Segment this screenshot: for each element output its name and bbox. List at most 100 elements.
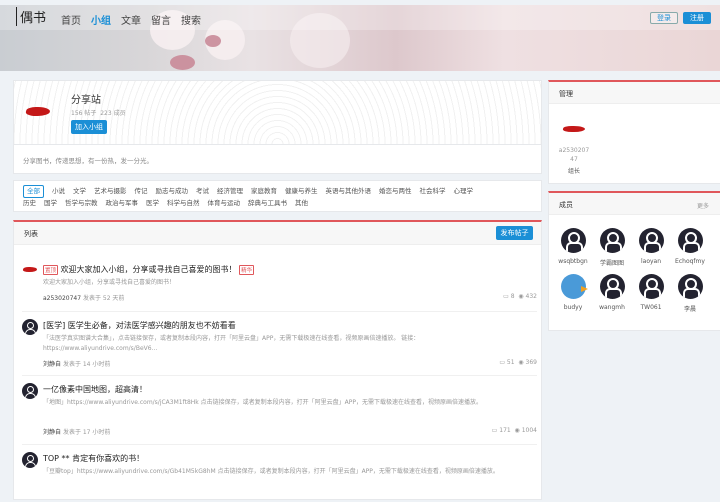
publish-post-button[interactable]: 发布帖子 (496, 226, 533, 240)
logo[interactable]: 偶书 (16, 7, 46, 26)
category-1[interactable]: 小说 (52, 186, 65, 197)
view-count: 369 (525, 359, 537, 366)
comment-icon: ▭ (503, 293, 509, 300)
category-10[interactable]: 英语与其他外语 (326, 186, 372, 197)
member-item[interactable]: laoyan (632, 228, 670, 265)
category-22[interactable]: 其他 (295, 198, 308, 209)
more-members-link[interactable]: 更多 (697, 201, 709, 210)
member-item[interactable]: wangmh (593, 274, 631, 311)
member-count: 223 成员 (100, 110, 126, 117)
member-item[interactable]: budyy (554, 274, 592, 311)
author-avatar[interactable] (22, 319, 38, 335)
comment-icon: ▭ (499, 359, 505, 366)
category-19[interactable]: 科学与自然 (167, 198, 200, 209)
admin-title: 管理 (549, 82, 720, 104)
member-name[interactable]: laoyan (641, 258, 661, 265)
member-name[interactable]: wsqbtbgn (558, 258, 587, 265)
nav-messages[interactable]: 留言 (151, 12, 171, 27)
pinned-badge: 置顶 (43, 264, 59, 275)
post-time: 发表于 17 小时前 (62, 429, 111, 436)
member-avatar[interactable] (677, 274, 703, 299)
category-2[interactable]: 文学 (73, 186, 86, 197)
member-avatar[interactable] (560, 228, 586, 253)
admin-panel: 管理 a253020747 组长 (548, 80, 720, 184)
admin-role: 组长 (567, 168, 580, 175)
category-3[interactable]: 艺术与摄影 (94, 186, 127, 197)
category-17[interactable]: 政治与军事 (106, 198, 139, 209)
category-filter: 全部 小说 文学 艺术与摄影 传记 励志与成功 考试 经济管理 家庭教育 健康与养生 英语与其他外语… (13, 180, 542, 212)
comment-icon: ▭ (491, 427, 498, 434)
author-avatar[interactable] (22, 267, 38, 272)
member-avatar[interactable] (638, 274, 664, 299)
post-title[interactable]: 一亿像素中国地图，超高清！ (43, 384, 147, 395)
comment-count: 51 (506, 359, 515, 366)
member-name[interactable]: Echoqfmy (675, 258, 705, 265)
member-item[interactable]: 学霸图图 (593, 228, 631, 267)
category-13[interactable]: 心理学 (454, 186, 474, 197)
member-name[interactable]: budyy (564, 304, 583, 311)
category-16[interactable]: 哲学与宗教 (65, 198, 98, 209)
group-description-card: 分享图书，传递思想，有一份热，发一分光。 (13, 145, 542, 174)
post-time: 发表于 52 天前 (82, 295, 125, 302)
member-avatar[interactable] (599, 228, 625, 253)
eye-icon: ◉ (518, 359, 524, 366)
view-count: 1004 (521, 427, 537, 434)
post-excerpt: 欢迎大家加入小组，分享或寻找自己喜爱的图书！ (43, 279, 176, 286)
list-title: 列表 (24, 230, 38, 238)
category-6[interactable]: 考试 (196, 186, 209, 197)
category-8[interactable]: 家庭教育 (251, 186, 277, 197)
category-7[interactable]: 经济管理 (217, 186, 243, 197)
post-title[interactable]: 欢迎大家加入小组，分享或寻找自己喜爱的图书！ (61, 265, 237, 274)
category-18[interactable]: 医学 (146, 198, 159, 209)
nav-groups[interactable]: 小组 (91, 12, 111, 27)
login-button[interactable]: 登录 (650, 12, 678, 24)
member-avatar[interactable] (638, 228, 664, 253)
post-excerpt: 「地图」https://www.aliyundrive.com/s/jCA3M1… (43, 399, 483, 406)
category-5[interactable]: 励志与成功 (156, 186, 189, 197)
author-avatar[interactable] (22, 452, 38, 468)
group-logo (24, 107, 52, 116)
author-avatar[interactable] (22, 383, 38, 399)
category-21[interactable]: 辞典与工具书 (248, 198, 287, 209)
member-item[interactable]: Echoqfmy (671, 228, 709, 265)
category-14[interactable]: 历史 (23, 198, 36, 209)
view-count: 432 (525, 293, 537, 300)
post-author[interactable]: 刘静自 (43, 429, 61, 436)
list-item[interactable]: [医学] 医学生必备，对法医学感兴趣的朋友也不妨看看 「法医学真实图谱大合集」，… (22, 319, 537, 369)
post-author[interactable]: a253020747 (43, 295, 81, 302)
admin-avatar[interactable] (562, 126, 586, 132)
register-button[interactable]: 注册 (683, 12, 711, 24)
nav-search[interactable]: 搜索 (181, 12, 201, 27)
list-item[interactable]: TOP ** 肯定有你喜欢的书！ 「豆瓣top」https://www.aliy… (22, 452, 537, 502)
comment-count: 8 (510, 293, 515, 300)
member-name[interactable]: 学霸图图 (600, 260, 624, 267)
member-avatar[interactable] (599, 274, 625, 299)
nav-home[interactable]: 首页 (61, 12, 81, 27)
join-group-button[interactable]: 加入小组 (71, 120, 107, 134)
list-item[interactable]: 一亿像素中国地图，超高清！ 「地图」https://www.aliyundriv… (22, 383, 537, 436)
post-title[interactable]: [医学] 医学生必备，对法医学感兴趣的朋友也不妨看看 (43, 320, 236, 331)
eye-icon: ◉ (514, 427, 520, 434)
post-author[interactable]: 刘静自 (43, 361, 61, 368)
member-avatar[interactable] (677, 228, 703, 253)
category-4[interactable]: 传记 (135, 186, 148, 197)
nav-articles[interactable]: 文章 (121, 12, 141, 27)
member-name[interactable]: TW061 (640, 304, 661, 311)
post-title[interactable]: TOP ** 肯定有你喜欢的书！ (43, 453, 144, 464)
category-9[interactable]: 健康与养生 (285, 186, 318, 197)
category-15[interactable]: 国学 (44, 198, 57, 209)
post-list: 列表 发布帖子 置顶 欢迎大家加入小组，分享或寻找自己喜爱的图书！ 精华 欢迎大… (13, 220, 542, 500)
category-20[interactable]: 体育与运动 (208, 198, 241, 209)
member-item[interactable]: TW061 (632, 274, 670, 311)
member-item[interactable]: 李晨 (671, 274, 709, 313)
admin-name[interactable]: a253020747 (558, 146, 590, 164)
member-avatar[interactable] (560, 274, 588, 299)
category-11[interactable]: 婚恋与两性 (379, 186, 412, 197)
category-0[interactable]: 全部 (23, 185, 44, 198)
member-name[interactable]: wangmh (599, 304, 625, 311)
member-name[interactable]: 李晨 (684, 306, 696, 313)
featured-badge: 精华 (239, 264, 255, 275)
list-item[interactable]: 置顶 欢迎大家加入小组，分享或寻找自己喜爱的图书！ 精华 欢迎大家加入小组，分享… (22, 263, 537, 305)
member-item[interactable]: wsqbtbgn (554, 228, 592, 265)
category-12[interactable]: 社会科学 (420, 186, 446, 197)
